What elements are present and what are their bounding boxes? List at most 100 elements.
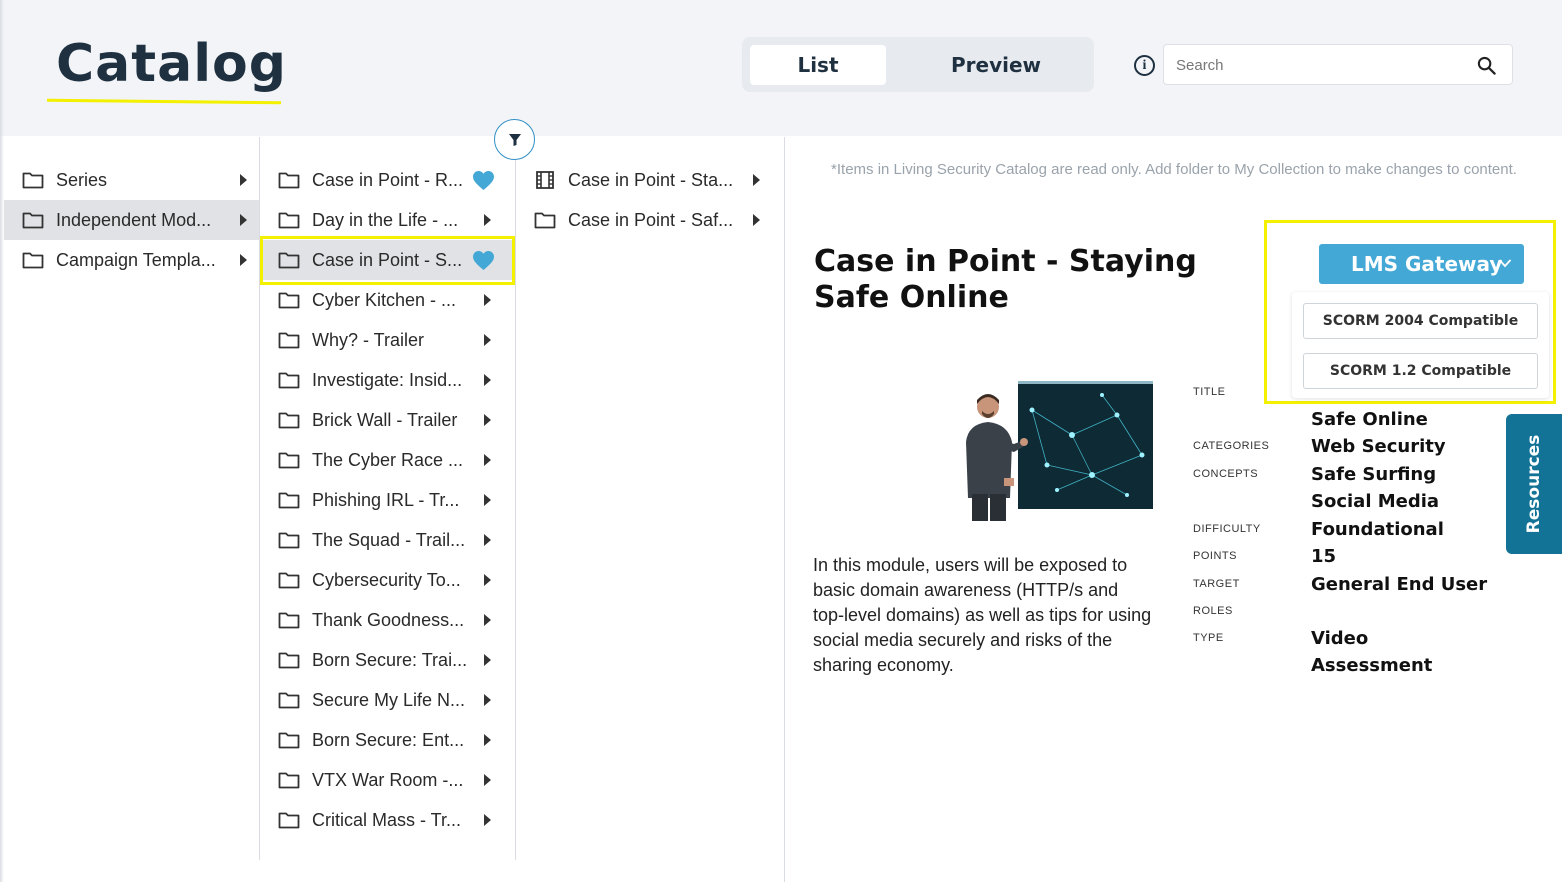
list-item[interactable]: VTX War Room -... [260, 760, 515, 800]
list-item[interactable]: Case in Point - Saf... [516, 200, 784, 240]
list-item-label: Cyber Kitchen - ... [312, 290, 457, 310]
caret-right-icon [484, 534, 491, 546]
list-item[interactable]: Cybersecurity To... [260, 560, 515, 600]
caret-right-icon [484, 494, 491, 506]
folder-icon [278, 732, 300, 749]
list-item-label: Investigate: Insid... [312, 370, 463, 390]
module-description: In this module, users will be exposed to… [813, 555, 1152, 675]
caret-right-icon [484, 294, 491, 306]
folder-icon [278, 492, 300, 509]
list-item-label: Born Secure: Trai... [312, 650, 468, 670]
meta-label-title: TITLE [1193, 386, 1226, 398]
filter-button[interactable] [494, 119, 535, 160]
caret-right-icon [484, 774, 491, 786]
folder-icon [278, 212, 300, 229]
folder-icon [278, 812, 300, 829]
folder-icon [278, 772, 300, 789]
lms-gateway-button[interactable]: LMS Gateway [1319, 244, 1524, 284]
scorm-2004-option[interactable]: SCORM 2004 Compatible [1303, 303, 1538, 339]
caret-right-icon [240, 174, 247, 186]
module-thumbnail [952, 380, 1153, 521]
caret-right-icon [484, 734, 491, 746]
filter-icon [508, 133, 521, 146]
list-item[interactable]: Thank Goodness... [260, 600, 515, 640]
folder-icon [278, 652, 300, 669]
caret-right-icon [484, 654, 491, 666]
caret-right-icon [240, 254, 247, 266]
meta-label-type: TYPE [1193, 632, 1224, 644]
list-item[interactable]: Series [4, 160, 259, 200]
meta-value-type: Video [1311, 628, 1369, 649]
list-item[interactable]: The Squad - Trail... [260, 520, 515, 560]
meta-label-difficulty: DIFFICULTY [1193, 523, 1261, 535]
meta-value-concept: Social Media [1311, 491, 1440, 512]
folder-icon [278, 612, 300, 629]
list-item-label: Why? - Trailer [312, 330, 425, 350]
caret-right-icon [484, 454, 491, 466]
resources-tab[interactable]: Resources [1506, 414, 1562, 554]
caret-right-icon [484, 814, 491, 826]
caret-right-icon [484, 694, 491, 706]
folder-icon [22, 212, 44, 229]
search-icon[interactable] [1477, 56, 1496, 75]
detail-divider [784, 137, 785, 882]
list-item[interactable]: Day in the Life - ... [260, 200, 515, 240]
list-item[interactable]: Independent Mod... [4, 200, 259, 240]
caret-right-icon [484, 614, 491, 626]
list-item[interactable]: Phishing IRL - Tr... [260, 480, 515, 520]
scorm-12-option[interactable]: SCORM 1.2 Compatible [1303, 353, 1538, 389]
folder-icon [278, 692, 300, 709]
folder-icon [278, 372, 300, 389]
caret-right-icon [484, 334, 491, 346]
folder-icon [278, 452, 300, 469]
list-item[interactable]: Born Secure: Ent... [260, 720, 515, 760]
folder-icon [278, 172, 300, 189]
list-item[interactable]: Case in Point - Sta... [516, 160, 784, 200]
caret-right-icon [484, 374, 491, 386]
list-item-label: Critical Mass - Tr... [312, 810, 462, 830]
chevron-down-icon [1498, 259, 1512, 268]
list-item[interactable]: The Cyber Race ... [260, 440, 515, 480]
meta-label-target: TARGET [1193, 578, 1240, 590]
list-item-label: Born Secure: Ent... [312, 730, 465, 750]
heart-icon[interactable] [472, 170, 495, 191]
info-icon[interactable]: i [1134, 55, 1155, 76]
list-item[interactable]: Campaign Templa... [4, 240, 259, 280]
list-item[interactable]: Investigate: Insid... [260, 360, 515, 400]
folder-icon [278, 532, 300, 549]
folder-icon [22, 172, 44, 189]
list-item-label: Phishing IRL - Tr... [312, 490, 460, 510]
list-item-label: Campaign Templa... [56, 250, 216, 270]
meta-value-title: Safe Online [1311, 409, 1428, 430]
list-item[interactable]: Brick Wall - Trailer [260, 400, 515, 440]
list-item[interactable]: Case in Point - R... [260, 160, 515, 200]
read-only-notice: *Items in Living Security Catalog are re… [831, 161, 1517, 178]
meta-label-categories: CATEGORIES [1193, 440, 1270, 452]
meta-value-concept: Safe Surfing [1311, 464, 1437, 485]
folder-icon [22, 252, 44, 269]
list-item-label: Thank Goodness... [312, 610, 465, 630]
caret-right-icon [753, 214, 760, 226]
tab-list[interactable]: List [750, 45, 886, 85]
caret-right-icon [240, 214, 247, 226]
list-item-label: Day in the Life - ... [312, 210, 459, 230]
list-item[interactable]: Born Secure: Trai... [260, 640, 515, 680]
list-item[interactable]: Why? - Trailer [260, 320, 515, 360]
tab-preview[interactable]: Preview [914, 45, 1078, 85]
meta-value-target: General End User [1311, 574, 1488, 595]
meta-value-difficulty: Foundational [1311, 519, 1444, 540]
list-item-label: Secure My Life N... [312, 690, 466, 710]
list-item[interactable]: Secure My Life N... [260, 680, 515, 720]
list-item-label: Brick Wall - Trailer [312, 410, 458, 430]
resources-label: Resources [1524, 434, 1544, 534]
film-icon [536, 171, 554, 189]
meta-value-type: Assessment [1311, 655, 1433, 676]
list-item-label: Case in Point - Saf... [568, 210, 734, 230]
search-input[interactable] [1176, 54, 1466, 76]
meta-label-concepts: CONCEPTS [1193, 468, 1259, 480]
folder-icon [278, 572, 300, 589]
meta-value-points: 15 [1311, 546, 1337, 567]
list-item[interactable]: Cyber Kitchen - ... [260, 280, 515, 320]
list-item[interactable]: Critical Mass - Tr... [260, 800, 515, 840]
folder-icon [534, 212, 556, 229]
